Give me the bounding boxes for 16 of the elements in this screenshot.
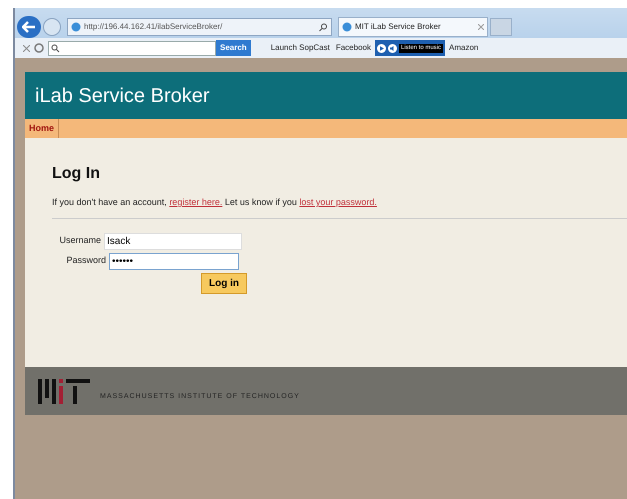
text-link[interactable]: register here. <box>169 197 222 207</box>
username-field[interactable]: Isack <box>104 232 242 250</box>
amazon-link[interactable]: Amazon <box>449 42 478 54</box>
site-title: iLab Service Broker <box>35 84 210 108</box>
address-bar[interactable]: http://196.44.162.41/ilabServiceBroker/ <box>67 18 332 36</box>
toolbar-link[interactable]: Launch SopCast <box>270 42 330 54</box>
toolbar-link[interactable]: Facebook <box>336 42 371 54</box>
intro-text: If you don't have an account, register here. Let us know if you lost your password. <box>52 196 378 209</box>
field-label: Password <box>65 254 106 268</box>
login-button[interactable]: Log in <box>201 272 247 294</box>
text-link[interactable]: lost your password. <box>299 197 377 207</box>
password-field[interactable]: •••••• <box>109 252 239 270</box>
search-button[interactable]: Search <box>216 40 251 56</box>
page-heading: Log In <box>52 164 101 184</box>
field-label: Username <box>58 234 101 248</box>
browser-tab[interactable]: MIT iLab Service Broker <box>338 17 488 37</box>
